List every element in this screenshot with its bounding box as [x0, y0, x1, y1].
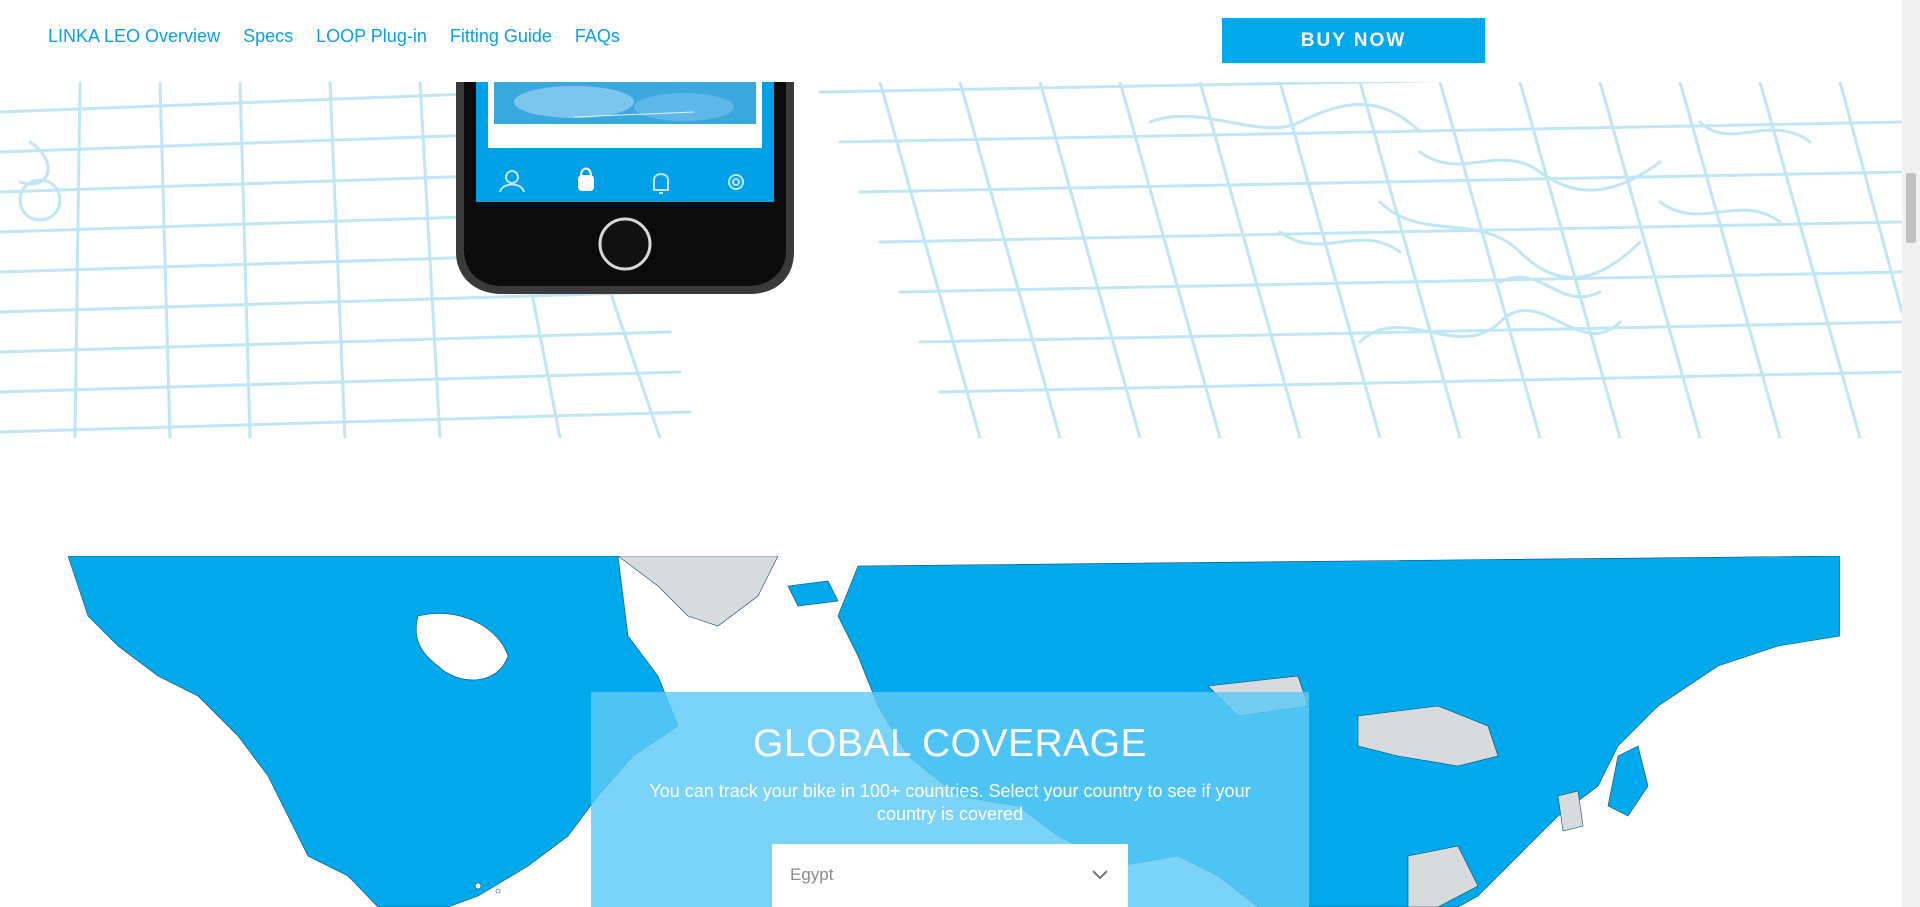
street-map-illustration — [0, 82, 1902, 438]
global-coverage-panel: GLOBAL COVERAGE You can track your bike … — [591, 692, 1309, 907]
nav-link-specs[interactable]: Specs — [243, 26, 293, 47]
page-scrollbar[interactable] — [1902, 0, 1920, 907]
nav-link-loop-plugin[interactable]: LOOP Plug-in — [316, 26, 427, 47]
country-select[interactable]: Egypt — [772, 844, 1128, 907]
page: LINKA LEO Overview Specs LOOP Plug-in Fi… — [0, 0, 1920, 907]
top-navigation: LINKA LEO Overview Specs LOOP Plug-in Fi… — [0, 0, 1902, 82]
phone-mockup — [454, 82, 796, 296]
country-select-value: Egypt — [790, 865, 834, 884]
scrollbar-thumb[interactable] — [1906, 173, 1916, 243]
chevron-down-icon — [1090, 864, 1110, 889]
buy-now-button[interactable]: BUY NOW — [1222, 18, 1485, 63]
nav-link-fitting-guide[interactable]: Fitting Guide — [450, 26, 552, 47]
coverage-description: You can track your bike in 100+ countrie… — [649, 781, 1251, 824]
nav-link-overview[interactable]: LINKA LEO Overview — [48, 26, 220, 47]
phone-illustration — [456, 82, 794, 294]
nav-links: LINKA LEO Overview Specs LOOP Plug-in Fi… — [48, 26, 620, 47]
coverage-title: GLOBAL COVERAGE — [752, 722, 1147, 765]
nav-link-faqs[interactable]: FAQs — [575, 26, 620, 47]
home-button-icon — [598, 217, 652, 271]
street-map-background — [0, 82, 1902, 438]
